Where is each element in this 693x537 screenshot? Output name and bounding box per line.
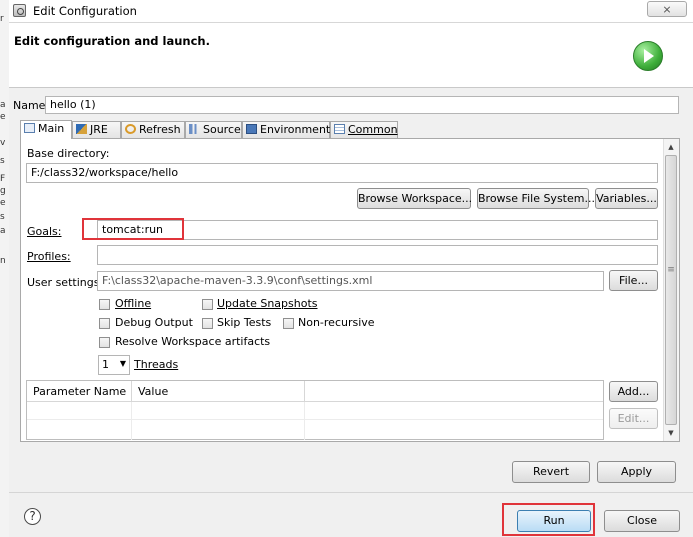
strip-letter: a (0, 226, 6, 236)
scroll-down-icon[interactable]: ▼ (665, 427, 677, 439)
column-header-filler (305, 381, 603, 402)
user-settings-label: User settings: (27, 276, 104, 289)
tab-source[interactable]: Source (185, 121, 242, 138)
source-icon (189, 124, 200, 134)
close-icon: ⨯ (662, 3, 672, 16)
skip-tests-label: Skip Tests (217, 316, 272, 329)
strip-letter: s (0, 212, 5, 222)
variables-button[interactable]: Variables... (595, 188, 658, 209)
scrollbar-thumb[interactable] (665, 155, 677, 425)
skip-tests-checkbox[interactable] (202, 318, 213, 329)
run-highlight (502, 503, 595, 536)
strip-letter: g (0, 186, 6, 196)
tab-jre[interactable]: JRE (72, 121, 121, 138)
offline-checkbox[interactable] (99, 299, 110, 310)
tab-label: Main (38, 122, 65, 135)
user-settings-input[interactable]: F:\class32\apache-maven-3.3.9\conf\setti… (97, 271, 604, 291)
profiles-label: Profiles: (27, 250, 71, 263)
common-icon (334, 124, 345, 134)
offline-label: Offline (115, 297, 152, 310)
browse-file-system-button[interactable]: Browse File System... (477, 188, 595, 209)
tab-label: Common (348, 123, 398, 136)
apply-button[interactable]: Apply (597, 461, 676, 483)
strip-letter: a (0, 100, 6, 110)
name-input[interactable]: hello (1) (45, 96, 679, 114)
refresh-icon (125, 124, 136, 134)
debug-output-checkbox[interactable] (99, 318, 110, 329)
scroll-grip-icon: ≡ (667, 265, 675, 275)
goals-highlight (82, 218, 184, 240)
goals-label: Goals: (27, 225, 62, 238)
update-snapshots-label: Update Snapshots (217, 297, 318, 310)
tab-refresh[interactable]: Refresh (121, 121, 185, 138)
tab-label: JRE (90, 123, 108, 136)
jre-icon (76, 124, 87, 134)
tab-label: Source (203, 123, 241, 136)
name-label: Name: (13, 99, 50, 112)
title-bar: Edit Configuration ⨯ (9, 0, 693, 23)
strip-letter: s (0, 156, 5, 166)
debug-output-label: Debug Output (115, 316, 193, 329)
help-icon[interactable]: ? (24, 508, 41, 525)
scroll-up-icon[interactable]: ▲ (665, 141, 677, 153)
profiles-input[interactable] (97, 245, 658, 265)
tab-common[interactable]: Common (330, 121, 398, 138)
strip-letter: e (0, 112, 6, 122)
browse-workspace-button[interactable]: Browse Workspace... (357, 188, 472, 209)
edit-parameter-button[interactable]: Edit... (609, 408, 658, 429)
threads-label: Threads (134, 358, 179, 371)
threads-value: 1 (102, 358, 109, 371)
footer-separator (9, 492, 693, 493)
non-recursive-checkbox[interactable] (283, 318, 294, 329)
resolve-workspace-checkbox[interactable] (99, 337, 110, 348)
add-parameter-button[interactable]: Add... (609, 381, 658, 402)
strip-letter: e (0, 198, 6, 208)
resolve-workspace-label: Resolve Workspace artifacts (115, 335, 271, 348)
window-icon (13, 4, 26, 17)
close-button[interactable]: Close (604, 510, 680, 532)
table-column-divider (304, 402, 305, 440)
window-title: Edit Configuration (33, 4, 137, 18)
strip-letter: v (0, 138, 6, 148)
revert-button[interactable]: Revert (512, 461, 590, 483)
base-directory-label: Base directory: (27, 147, 110, 160)
chevron-down-icon: ▼ (119, 359, 126, 368)
strip-letter: F (0, 174, 6, 184)
environment-icon (246, 124, 257, 134)
threads-select[interactable]: 1 ▼ (98, 355, 130, 375)
tab-label: Refresh (139, 123, 181, 136)
table-column-divider (131, 402, 132, 440)
parameter-table[interactable]: Parameter Name Value (26, 380, 604, 440)
tab-main[interactable]: Main (20, 120, 72, 139)
base-directory-input[interactable]: F:/class32/workspace/hello (26, 163, 658, 183)
table-row-divider (27, 419, 603, 420)
update-snapshots-checkbox[interactable] (202, 299, 213, 310)
tab-environment[interactable]: Environment (242, 121, 330, 138)
column-header-parameter-name[interactable]: Parameter Name (27, 381, 132, 402)
dialog-header: Edit configuration and launch. (9, 23, 693, 88)
non-recursive-label: Non-recursive (298, 316, 375, 329)
strip-letter: r (0, 14, 4, 24)
file-button[interactable]: File... (609, 270, 658, 291)
column-header-value[interactable]: Value (132, 381, 305, 402)
strip-letter: n (0, 256, 6, 266)
close-window-button[interactable]: ⨯ (647, 1, 687, 17)
header-title: Edit configuration and launch. (14, 34, 210, 48)
tab-label: Environment (260, 123, 331, 136)
main-icon (24, 123, 35, 133)
run-icon (633, 41, 663, 71)
